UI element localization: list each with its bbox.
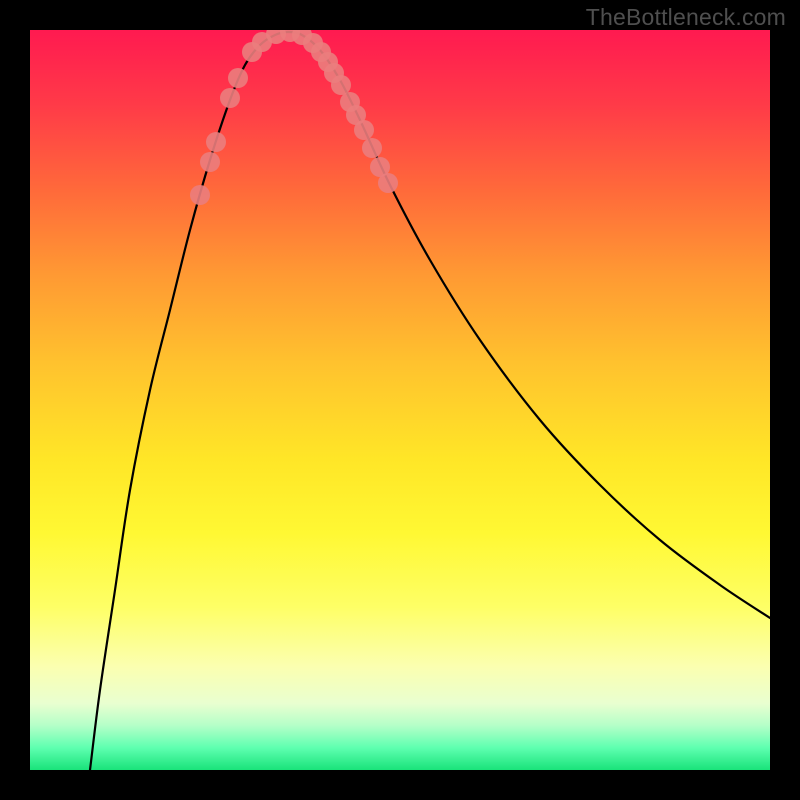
curve-layer	[30, 30, 770, 770]
curve-marker	[228, 68, 248, 88]
plot-area	[30, 30, 770, 770]
curve-marker	[200, 152, 220, 172]
curve-marker	[378, 173, 398, 193]
marker-group	[190, 30, 398, 205]
curve-marker	[354, 120, 374, 140]
curve-marker	[331, 75, 351, 95]
chart-frame: TheBottleneck.com	[0, 0, 800, 800]
watermark-text: TheBottleneck.com	[586, 4, 786, 31]
bottleneck-curve	[90, 32, 770, 770]
curve-marker	[206, 132, 226, 152]
curve-marker	[190, 185, 210, 205]
curve-marker	[362, 138, 382, 158]
curve-marker	[220, 88, 240, 108]
